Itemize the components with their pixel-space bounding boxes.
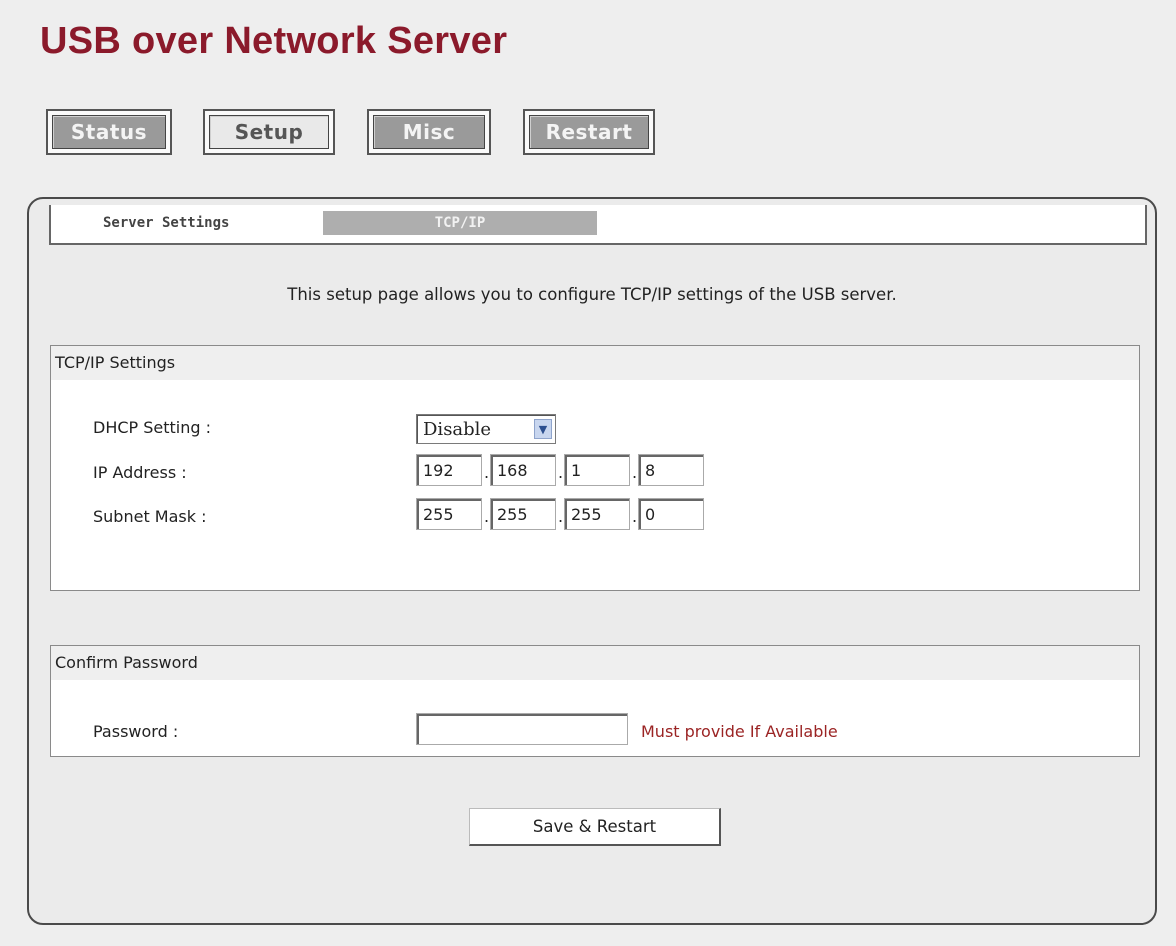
- nav-misc-button[interactable]: Misc: [367, 109, 491, 155]
- nav-setup-button[interactable]: Setup: [203, 109, 335, 155]
- mask-octet-4[interactable]: 0: [638, 498, 704, 530]
- ip-separator: .: [558, 463, 564, 482]
- settings-panel: Server Settings TCP/IP This setup page a…: [27, 197, 1157, 925]
- mask-octet-1[interactable]: 255: [416, 498, 482, 530]
- password-field[interactable]: [416, 713, 628, 745]
- nav-restart-button[interactable]: Restart: [523, 109, 655, 155]
- dhcp-select-value: Disable: [423, 419, 492, 440]
- subnet-mask-label: Subnet Mask :: [93, 507, 207, 526]
- password-hint: Must provide If Available: [641, 722, 838, 741]
- ip-separator: .: [484, 463, 490, 482]
- dhcp-label: DHCP Setting :: [93, 418, 212, 437]
- ip-address-label: IP Address :: [93, 463, 187, 482]
- chevron-down-icon[interactable]: ▼: [534, 419, 552, 439]
- intro-text: This setup page allows you to configure …: [287, 285, 897, 304]
- nav-status-label: Status: [52, 115, 166, 149]
- nav-setup-label: Setup: [209, 115, 329, 149]
- subtab-bar: Server Settings TCP/IP: [49, 205, 1147, 245]
- tcpip-settings-section: TCP/IP Settings DHCP Setting : Disable ▼…: [50, 345, 1140, 591]
- tab-tcpip[interactable]: TCP/IP: [323, 211, 597, 235]
- mask-separator: .: [632, 507, 638, 526]
- page-title: USB over Network Server: [40, 20, 508, 62]
- tcpip-settings-heading: TCP/IP Settings: [51, 346, 1139, 380]
- nav-restart-label: Restart: [529, 115, 649, 149]
- mask-separator: .: [558, 507, 564, 526]
- tab-server-settings[interactable]: Server Settings: [81, 211, 281, 235]
- ip-octet-1[interactable]: 192: [416, 454, 482, 486]
- mask-octet-3[interactable]: 255: [564, 498, 630, 530]
- confirm-password-heading: Confirm Password: [51, 646, 1139, 680]
- save-restart-button[interactable]: Save & Restart: [469, 808, 721, 846]
- ip-octet-2[interactable]: 168: [490, 454, 556, 486]
- ip-separator: .: [632, 463, 638, 482]
- ip-octet-3[interactable]: 1: [564, 454, 630, 486]
- ip-octet-4[interactable]: 8: [638, 454, 704, 486]
- password-label: Password :: [93, 722, 179, 741]
- mask-separator: .: [484, 507, 490, 526]
- confirm-password-section: Confirm Password Password : Must provide…: [50, 645, 1140, 757]
- nav-status-button[interactable]: Status: [46, 109, 172, 155]
- mask-octet-2[interactable]: 255: [490, 498, 556, 530]
- nav-misc-label: Misc: [373, 115, 485, 149]
- dhcp-select[interactable]: Disable ▼: [416, 414, 556, 444]
